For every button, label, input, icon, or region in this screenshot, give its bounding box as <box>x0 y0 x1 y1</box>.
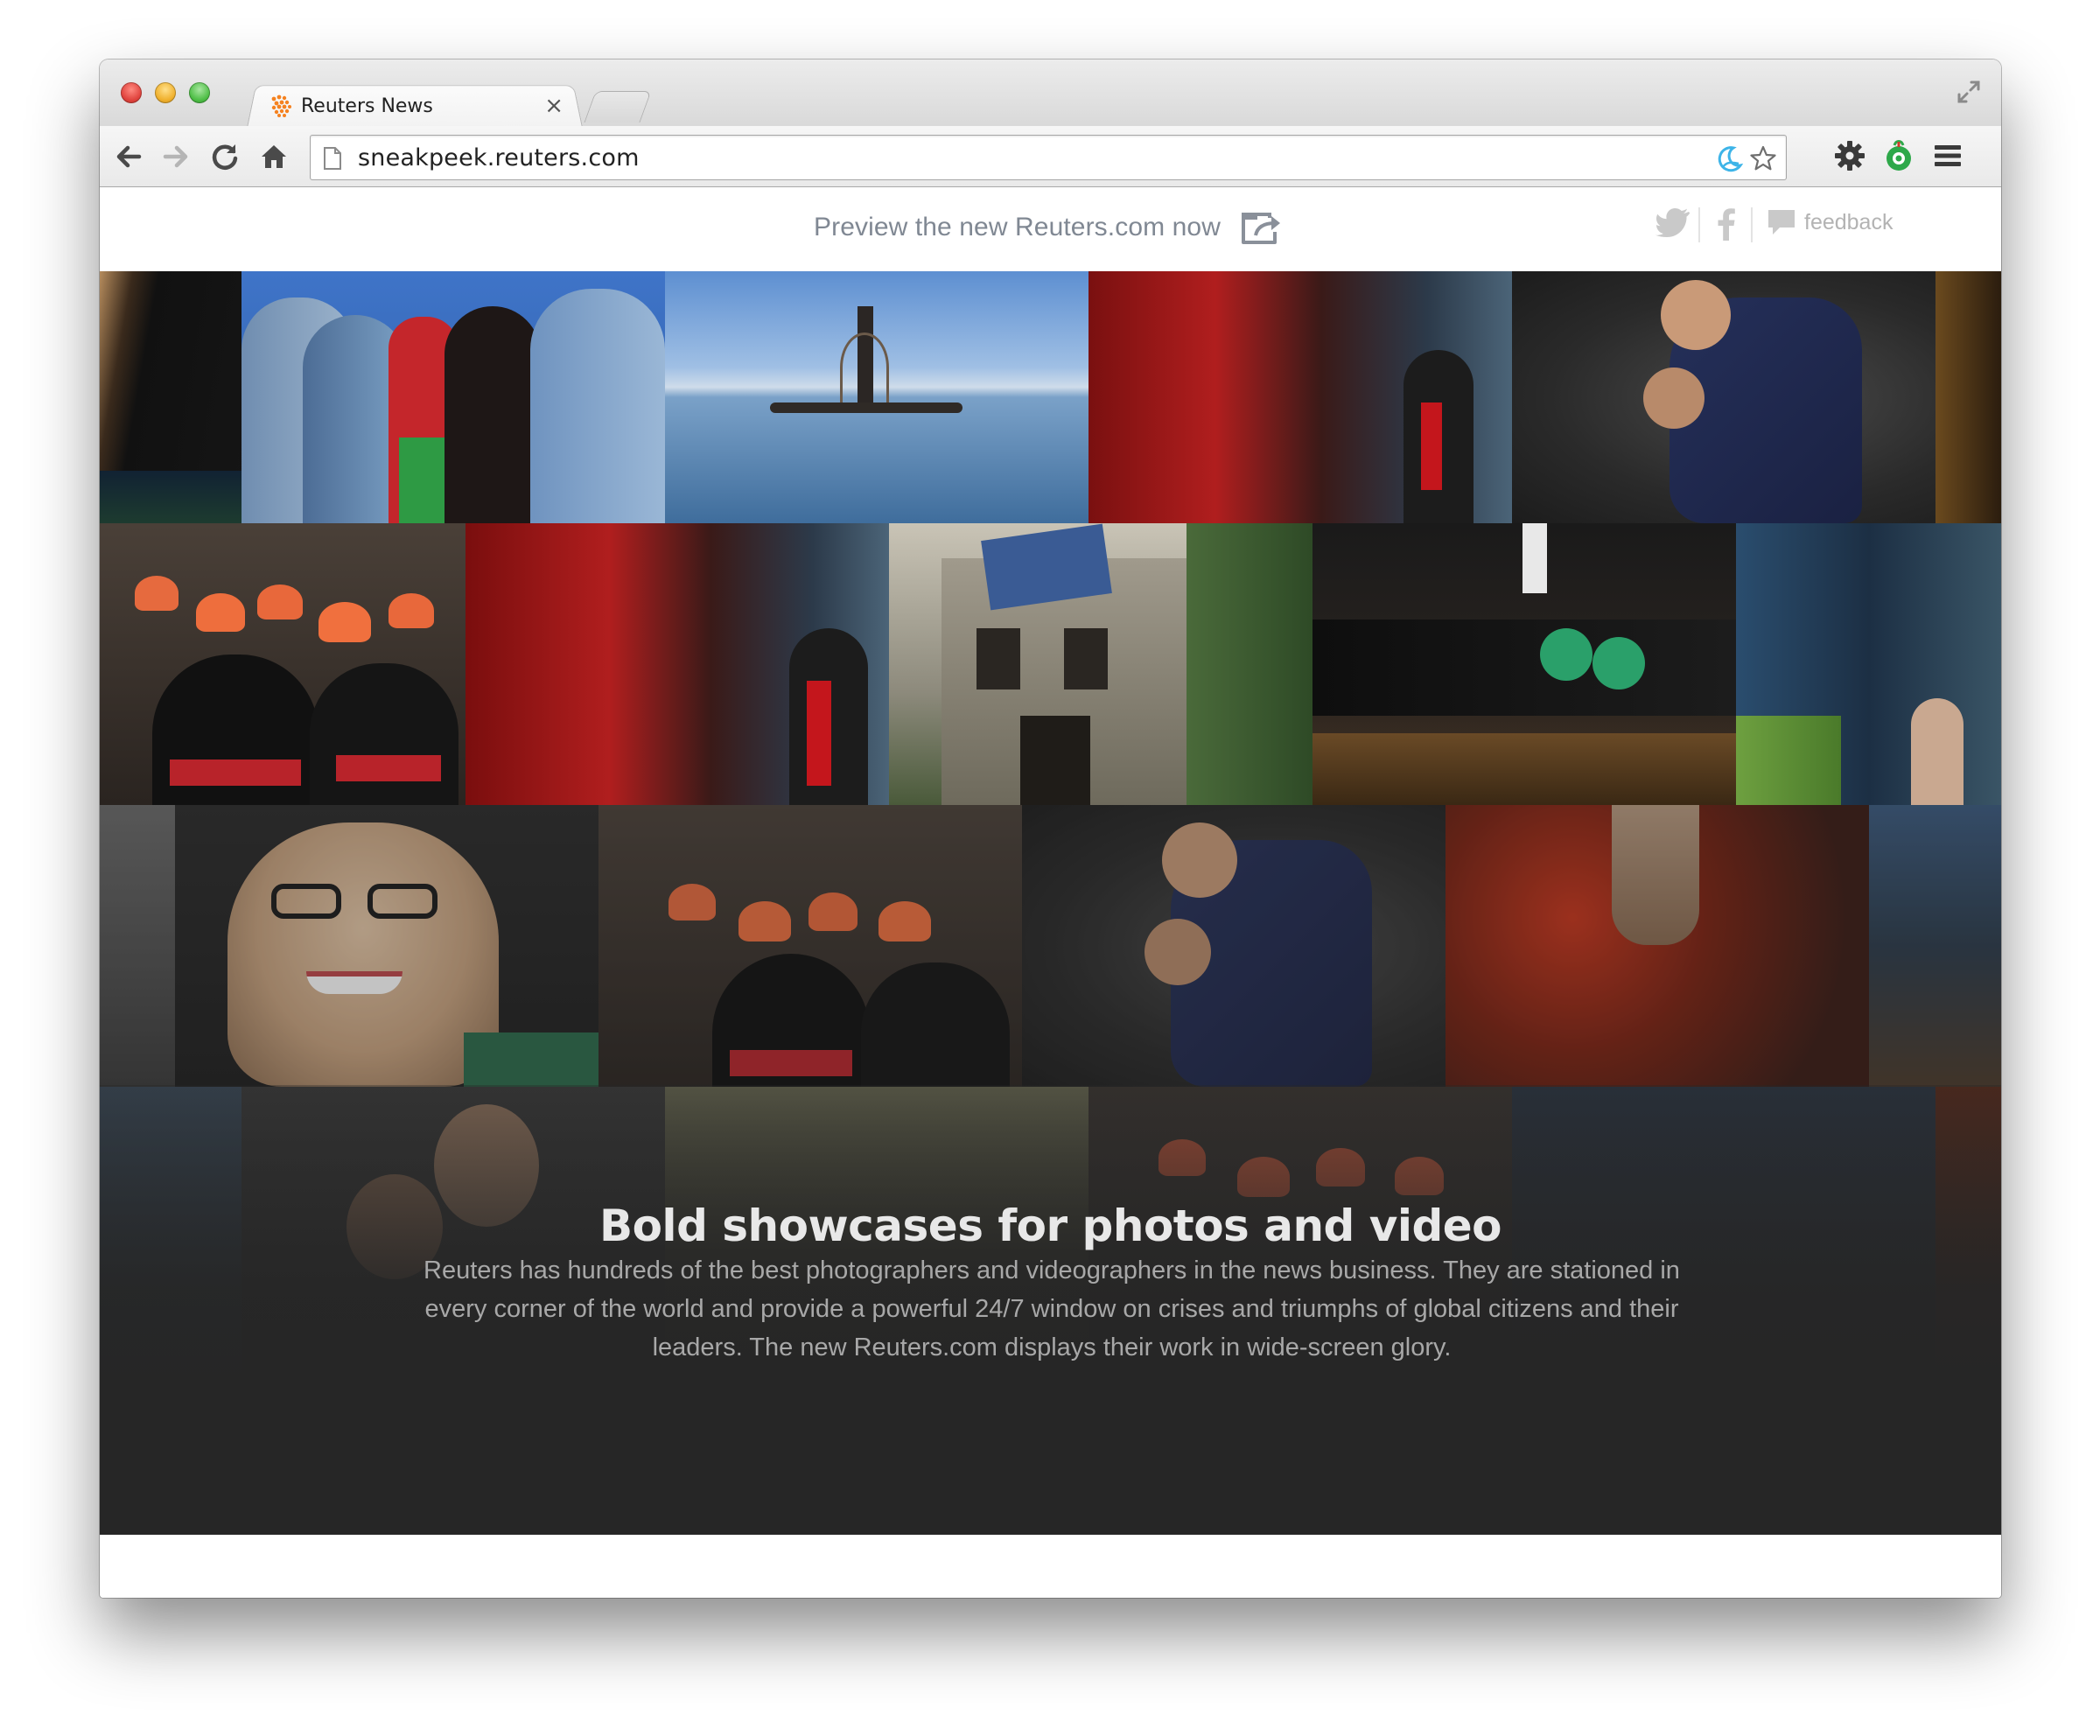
browser-tab-reuters[interactable]: Reuters News × <box>254 86 578 126</box>
window-minimize-button[interactable] <box>155 82 176 103</box>
photo-mosaic: Bold showcases for photos and video Reut… <box>100 271 2001 1535</box>
photo-tile[interactable] <box>1512 271 1936 523</box>
promo-bar: Preview the new Reuters.com now feedback <box>100 188 2001 271</box>
photo-tile[interactable] <box>1088 271 1512 523</box>
feedback-label: feedback <box>1804 209 1894 234</box>
home-icon <box>262 145 286 168</box>
photo-tile[interactable] <box>1736 523 2001 805</box>
preview-new-site-link[interactable]: Preview the new Reuters.com now <box>814 209 1284 246</box>
hamburger-menu-icon <box>1935 145 1961 166</box>
evernote-extension-button[interactable] <box>1881 138 1916 173</box>
twitter-bird-icon <box>1656 208 1690 237</box>
reload-icon <box>212 144 238 170</box>
title-bar: Reuters News × <box>100 60 2001 128</box>
page-footer-area <box>100 1535 2001 1598</box>
green-extension-icon <box>1886 140 1911 171</box>
twitter-share-button[interactable] <box>1656 207 1690 237</box>
photo-tile[interactable] <box>100 271 242 523</box>
photo-tile[interactable] <box>1312 523 1736 805</box>
forward-button[interactable] <box>159 140 192 173</box>
mosaic-dim-overlay <box>100 805 2001 1087</box>
open-external-icon <box>1241 213 1280 244</box>
photo-tile[interactable] <box>242 271 665 523</box>
photo-tile[interactable] <box>1936 271 2001 523</box>
address-bar[interactable]: sneakpeek.reuters.com <box>310 135 1787 180</box>
promo-text: Preview the new Reuters.com now <box>814 213 1221 242</box>
url-text[interactable]: sneakpeek.reuters.com <box>358 144 640 172</box>
fullscreen-icon[interactable] <box>1954 77 1984 107</box>
browser-menu-button[interactable] <box>1930 138 1965 173</box>
browser-toolbar: sneakpeek.reuters.com <box>100 126 2001 187</box>
new-tab-button[interactable] <box>584 91 652 122</box>
neon-sign <box>1115 280 1316 429</box>
reuters-dots-icon <box>271 94 291 117</box>
gear-icon <box>1835 141 1865 171</box>
web-page: Preview the new Reuters.com now feedback… <box>100 188 2001 1598</box>
photo-tile[interactable] <box>100 523 466 805</box>
back-button[interactable] <box>112 140 145 173</box>
browser-window: Reuters News × sneakpeek.reuters.com Pre… <box>100 60 2001 1598</box>
neon-sign <box>492 532 702 698</box>
social-divider <box>1698 207 1700 242</box>
tab-close-button[interactable]: × <box>544 93 564 119</box>
home-button[interactable] <box>257 140 290 173</box>
page-icon <box>324 147 341 170</box>
speech-bubble-icon <box>1768 210 1795 234</box>
facebook-f-icon <box>1718 208 1735 241</box>
bookmark-star-icon[interactable] <box>1749 144 1777 172</box>
arrow-left-icon <box>116 145 142 168</box>
photo-tile[interactable] <box>889 523 1312 805</box>
window-zoom-button[interactable] <box>189 82 210 103</box>
social-divider <box>1751 207 1753 242</box>
extension-moon-icon[interactable] <box>1716 144 1744 172</box>
window-close-button[interactable] <box>121 82 142 103</box>
facebook-share-button[interactable] <box>1717 207 1736 241</box>
feedback-button[interactable]: feedback <box>1766 207 1893 237</box>
photo-tile[interactable] <box>466 523 889 805</box>
tab-title: Reuters News <box>301 94 433 117</box>
showcase-body: Reuters has hundreds of the best photogr… <box>424 1256 1680 1362</box>
photo-tile[interactable] <box>665 271 1088 523</box>
showcase-headline: Bold showcases for photos and video <box>598 1200 1502 1251</box>
arrow-right-icon <box>163 145 188 168</box>
reload-button[interactable] <box>208 140 242 173</box>
settings-gear-button[interactable] <box>1832 138 1867 173</box>
